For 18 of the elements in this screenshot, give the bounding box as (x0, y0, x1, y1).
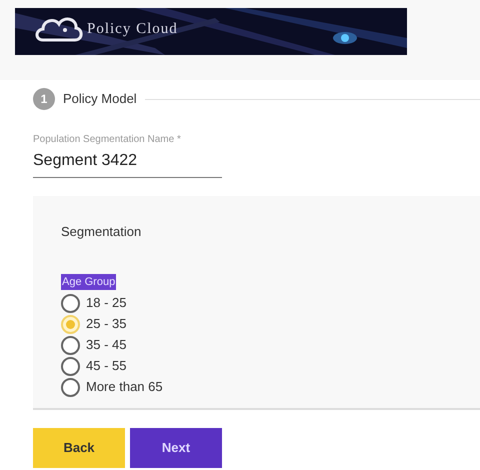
next-button[interactable]: Next (130, 428, 222, 468)
option-label[interactable]: 35 - 45 (86, 335, 126, 355)
step-number: 1 (33, 88, 55, 110)
group-label: Age Group (61, 274, 116, 290)
option-label[interactable]: 18 - 25 (86, 293, 126, 313)
radio-button[interactable] (61, 356, 80, 376)
step-label: Policy Model (63, 90, 137, 108)
back-button[interactable]: Back (33, 428, 125, 468)
input-field[interactable]: Segment 3422 (33, 147, 222, 178)
radio-button[interactable] (61, 294, 80, 312)
option-label[interactable]: More than 65 (86, 377, 163, 397)
brand-name: Policy Cloud (87, 20, 178, 39)
option-label[interactable]: 25 - 35 (86, 314, 126, 334)
radio-button[interactable] (61, 378, 80, 396)
section-title: Segmentation (61, 223, 142, 241)
field-label: Population Segmentation Name * (33, 133, 182, 147)
radio-button[interactable] (61, 336, 80, 354)
option-label[interactable]: 45 - 55 (86, 356, 126, 376)
